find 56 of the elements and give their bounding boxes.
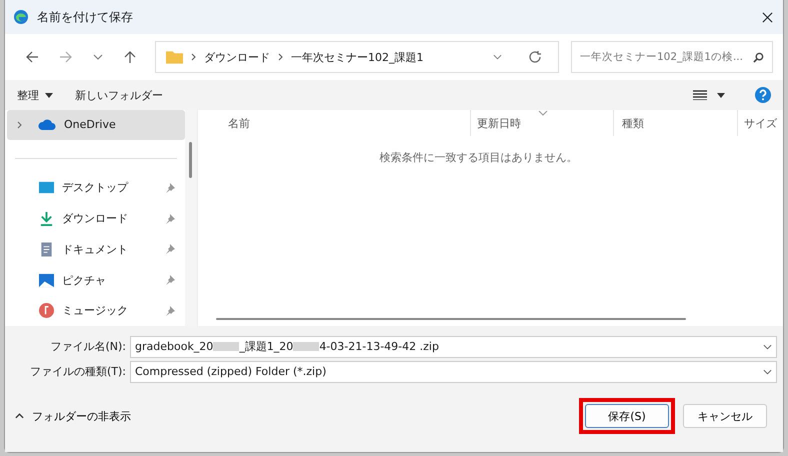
up-arrow-icon[interactable] [123,50,137,64]
chevron-down-icon[interactable] [493,54,502,60]
sort-chevron-icon [538,111,548,116]
pin-icon[interactable] [165,244,175,254]
column-header[interactable]: サイズ [738,110,783,136]
chevron-down-icon [763,368,772,374]
search-icon [753,52,764,62]
address-bar[interactable]: ダウンロード 一年次セミナー102_課題1 [155,41,559,73]
list-view-icon[interactable] [693,90,707,100]
new-folder-button[interactable]: 新しいフォルダー [75,88,163,102]
sidebar-item[interactable]: ミュージック [5,295,185,326]
scrollbar-thumb[interactable] [189,142,192,178]
pin-icon[interactable] [165,275,175,285]
cloud-icon [38,119,56,130]
column-header[interactable]: 更新日時 [471,110,614,136]
column-header[interactable]: 名前 [198,110,471,136]
empty-message: 検索条件に一致する項目はありません。 [378,150,578,165]
breadcrumb[interactable]: ダウンロード [204,50,270,64]
file-name-field[interactable]: gradebook_20 _課題1_20 4-03-21-13-49-42 .zip [130,336,777,358]
pin-icon[interactable] [165,306,175,316]
column-header[interactable]: 種類 [614,110,738,136]
search-field[interactable]: 一年次セミナー102_課題1の検... [571,41,773,73]
organize-button[interactable]: 整理 [17,88,53,102]
browser-logo-icon [13,9,29,25]
field-label: ファイルの種類(T): [28,364,127,379]
breadcrumb[interactable]: 一年次セミナー102_課題1 [291,50,424,64]
hide-folders-button[interactable]: フォルダーの非表示 [15,408,131,424]
file-type-dropdown[interactable]: Compressed (zipped) Folder (*.zip) [130,360,777,382]
folder-icon [166,50,183,64]
chevron-right-icon[interactable] [17,120,22,129]
chevron-down-icon[interactable] [93,54,103,60]
field-label: ファイル名(N): [49,339,127,354]
blurred-text [213,342,240,352]
refresh-icon[interactable] [528,50,542,64]
window-title: 名前を付けて保存 [37,8,134,26]
caret-icon[interactable] [717,92,725,98]
help-icon[interactable] [755,87,771,103]
caret-icon [45,92,53,98]
chevron-right-icon [278,53,283,61]
cancel-button[interactable]: キャンセル [683,404,767,428]
close-icon[interactable] [762,12,773,22]
chevron-down-icon [763,344,772,350]
save-button[interactable]: 保存(S) [585,404,669,428]
scrollbar-thumb[interactable] [216,318,686,320]
back-arrow-icon[interactable] [25,50,39,64]
pin-icon[interactable] [165,214,175,224]
sidebar-item[interactable]: デスクトップ [5,172,185,204]
sidebar-item[interactable]: ダウンロード [5,203,185,234]
sidebar-item[interactable]: OneDrive [7,110,185,140]
blurred-text [293,342,320,352]
chevron-up-icon [15,413,24,419]
forward-arrow-icon[interactable] [59,50,73,64]
sidebar-item[interactable]: ドキュメント [5,234,185,265]
sidebar-item[interactable]: ピクチャ [5,264,185,296]
chevron-right-icon [191,53,196,61]
pin-icon[interactable] [165,182,175,193]
